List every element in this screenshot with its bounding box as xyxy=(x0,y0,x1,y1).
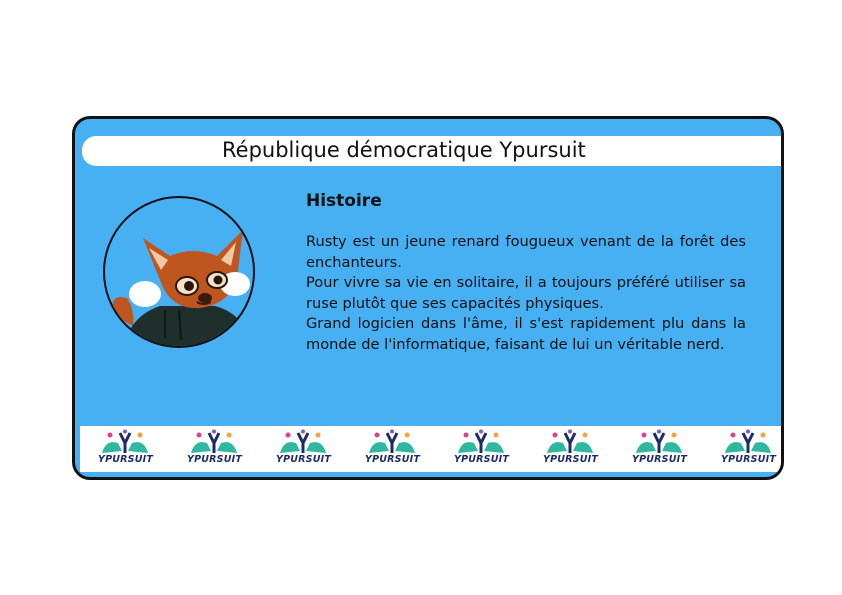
logo-mark-icon xyxy=(458,429,504,453)
logo-text: YPURSUIT xyxy=(454,454,510,465)
logo-text: YPURSUIT xyxy=(365,454,421,465)
logo-text: YPURSUIT xyxy=(187,454,243,465)
ypursuit-logo: YPURSUIT xyxy=(436,427,525,471)
logo-mark-icon xyxy=(369,429,415,453)
logo-banner: YPURSUIT YPURSUIT YPURSUIT YPURSUIT YPUR… xyxy=(80,426,781,472)
title-bar: République démocratique Ypursuit xyxy=(82,136,781,166)
logo-mark-icon xyxy=(547,429,593,453)
card-title: République démocratique Ypursuit xyxy=(222,138,586,162)
story-text: Rusty est un jeune renard fougueux venan… xyxy=(306,232,746,355)
section-heading: Histoire xyxy=(306,191,382,211)
character-card: République démocratique Ypursuit Histoir… xyxy=(72,116,784,480)
ypursuit-logo: YPURSUIT xyxy=(614,427,703,471)
logo-text: YPURSUIT xyxy=(276,454,332,465)
fox-avatar-icon xyxy=(103,196,255,348)
logo-mark-icon xyxy=(725,429,771,453)
logo-text: YPURSUIT xyxy=(543,454,599,465)
logo-mark-icon xyxy=(191,429,237,453)
logo-text: YPURSUIT xyxy=(721,454,777,465)
ypursuit-logo: YPURSUIT xyxy=(347,427,436,471)
ypursuit-logo: YPURSUIT xyxy=(703,427,781,471)
story-paragraph: Rusty est un jeune renard fougueux venan… xyxy=(306,233,746,271)
story-paragraph: Grand logicien dans l'âme, il s'est rapi… xyxy=(306,315,746,353)
logo-mark-icon xyxy=(102,429,148,453)
ypursuit-logo: YPURSUIT xyxy=(169,427,258,471)
logo-mark-icon xyxy=(280,429,326,453)
logo-text: YPURSUIT xyxy=(98,454,154,465)
logo-text: YPURSUIT xyxy=(632,454,688,465)
ypursuit-logo: YPURSUIT xyxy=(525,427,614,471)
logo-mark-icon xyxy=(636,429,682,453)
ypursuit-logo: YPURSUIT xyxy=(258,427,347,471)
ypursuit-logo: YPURSUIT xyxy=(80,427,169,471)
story-paragraph: Pour vivre sa vie en solitaire, il a tou… xyxy=(306,274,746,312)
